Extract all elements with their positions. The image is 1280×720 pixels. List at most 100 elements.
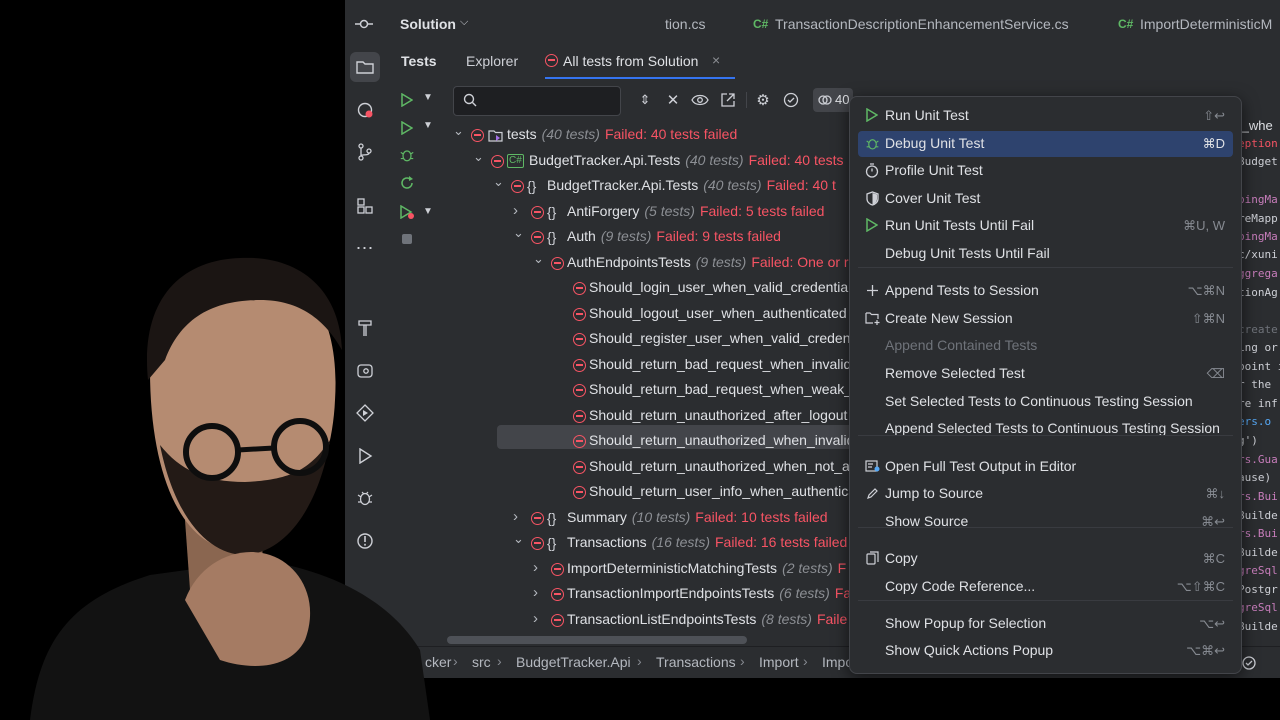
chevron-right-icon[interactable]: › xyxy=(513,203,523,218)
test-node-meta: Should_return_unauthorized_when_not_au xyxy=(589,458,858,474)
test-node-row[interactable]: ⌄{}TransactionsTransactions(16 tests)Fai… xyxy=(385,532,905,555)
structure-icon[interactable] xyxy=(353,194,377,218)
tab-tests[interactable]: Tests xyxy=(401,53,437,69)
menu-item-run-unit-tests-until-fail[interactable]: Run Unit Tests Until Fail ⌘U, W xyxy=(858,213,1233,239)
breadcrumb-item[interactable]: BudgetTracker.Api xyxy=(516,654,631,670)
chevron-down-icon[interactable]: ⌄ xyxy=(453,124,464,137)
breadcrumb-item[interactable]: Import xyxy=(759,654,799,670)
test-case-row[interactable]: Should_return_bad_request_when_weak_pSho… xyxy=(385,380,905,402)
menu-item-append-tests-to-session[interactable]: Append Tests to Session ⌥⌘N xyxy=(858,278,1233,304)
eye-icon[interactable] xyxy=(690,90,710,110)
file-tab[interactable]: tion.cs xyxy=(665,16,705,32)
menu-item-cover-unit-test[interactable]: Cover Unit Test xyxy=(858,186,1233,212)
test-node-row[interactable]: ⌄C#BudgetTracker.Api.TestsBudgetTracker.… xyxy=(385,150,905,173)
menu-item-append-selected-tests-to-continuous-testing-session[interactable]: Append Selected Tests to Continuous Test… xyxy=(858,416,1233,442)
namespace-icon: {} xyxy=(547,229,557,245)
test-node-row[interactable]: ⌄{}BudgetTracker.Api.TestsBudgetTracker.… xyxy=(385,175,905,198)
test-case-row[interactable]: Should_return_user_info_when_authenticaS… xyxy=(385,482,905,504)
menu-item-label: Show Popup for Selection xyxy=(885,615,1047,631)
commit-icon[interactable] xyxy=(353,13,375,35)
nuget-icon[interactable] xyxy=(353,359,377,383)
menu-item-run-unit-test[interactable]: Run Unit Test ⇧↩ xyxy=(858,103,1233,129)
test-node-row[interactable]: ⌄{}AuthAuth(9 tests)Failed: 9 tests fail… xyxy=(385,226,905,249)
menu-item-remove-selected-test[interactable]: Remove Selected Test ⌫ xyxy=(858,361,1233,387)
test-node-row[interactable]: ›TransactionListEndpointsTestsTransactio… xyxy=(385,610,905,632)
chevron-down-icon[interactable]: ⌄ xyxy=(513,226,524,239)
chevron-down-icon[interactable]: ⌄ xyxy=(533,252,544,265)
gear-icon[interactable]: ⚙ xyxy=(753,90,773,110)
menu-item-create-new-session[interactable]: Create New Session ⇧⌘N xyxy=(858,306,1233,332)
git-branch-icon[interactable] xyxy=(353,140,377,164)
build-hammer-icon[interactable] xyxy=(353,316,377,340)
test-case-row[interactable]: Should_return_bad_request_when_invalid_S… xyxy=(385,355,905,377)
chevron-right-icon[interactable]: › xyxy=(533,585,543,600)
menu-item-set-selected-tests-to-continuous-testing-session[interactable]: Set Selected Tests to Continuous Testing… xyxy=(858,389,1233,415)
menu-item-show-source[interactable]: Show Source ⌘↩ xyxy=(858,509,1233,535)
menu-item-open-full-test-output-in-editor[interactable]: Open Full Test Output in Editor xyxy=(858,454,1233,480)
failed-status-icon xyxy=(531,512,544,525)
menu-item-label: Remove Selected Test xyxy=(885,365,1025,381)
csharp-file-icon: C# xyxy=(753,17,769,31)
test-case-row[interactable]: Should_return_unauthorized_when_invalid_… xyxy=(385,431,905,453)
tab-explorer[interactable]: Explorer xyxy=(466,53,518,69)
chevron-down-icon[interactable]: ⌄ xyxy=(513,532,524,545)
breadcrumb-item[interactable]: src xyxy=(472,654,491,670)
test-case-row[interactable]: Should_logout_user_when_authenticatedSho… xyxy=(385,304,905,326)
test-case-row[interactable]: Should_register_user_when_valid_credenti… xyxy=(385,329,905,351)
chevron-right-icon[interactable]: › xyxy=(513,509,523,524)
check-circle-icon[interactable] xyxy=(1240,654,1258,672)
test-node-row[interactable]: ›ImportDeterministicMatchingTestsImportD… xyxy=(385,559,905,581)
menu-item-show-quick-actions-popup[interactable]: Show Quick Actions Popup ⌥⌘↩ xyxy=(858,638,1233,664)
file-tab[interactable]: TransactionDescriptionEnhancementService… xyxy=(775,16,1069,32)
expand-all-icon[interactable]: ⇕ xyxy=(635,90,655,110)
close-icon[interactable]: × xyxy=(712,52,720,68)
services-icon[interactable] xyxy=(353,401,377,425)
chevron-right-icon[interactable]: › xyxy=(533,560,543,575)
breadcrumb-item[interactable]: Transactions xyxy=(656,654,736,670)
menu-item-show-popup-for-selection[interactable]: Show Popup for Selection ⌥↩ xyxy=(858,611,1233,637)
chevron-down-icon[interactable]: ⌄ xyxy=(473,150,484,163)
breadcrumb-item[interactable]: cker xyxy=(425,654,451,670)
problems-icon[interactable] xyxy=(353,529,377,553)
code-line: re inf xyxy=(1238,397,1278,410)
test-node-row[interactable]: ›TransactionImportEndpointsTestsTransact… xyxy=(385,584,905,606)
more-icon[interactable]: ⋯ xyxy=(353,236,377,260)
debug-icon[interactable] xyxy=(353,486,377,510)
project-selector[interactable]: Solution xyxy=(400,16,456,32)
menu-item-debug-unit-test[interactable]: Debug Unit Test ⌘D xyxy=(858,131,1233,157)
test-node-row[interactable]: ⌄AuthEndpointsTestsAuthEndpointsTests(9 … xyxy=(385,252,905,275)
menu-item-label: Cover Unit Test xyxy=(885,190,981,206)
run-icon[interactable] xyxy=(353,444,377,468)
tab-session[interactable]: All tests from Solution xyxy=(563,53,698,69)
test-case-row[interactable]: Should_return_unauthorized_when_not_auSh… xyxy=(385,457,905,479)
menu-item-copy[interactable]: Copy ⌘C xyxy=(858,546,1233,572)
code-line: rs.Bui xyxy=(1238,490,1278,503)
test-case-row[interactable]: Should_login_user_when_valid_credentials… xyxy=(385,278,905,300)
horizontal-scrollbar[interactable] xyxy=(447,636,747,644)
menu-item-label: Jump to Source xyxy=(885,485,984,501)
test-node-row[interactable]: ⌄teststests(40 tests)Failed: 40 tests fa… xyxy=(385,124,905,147)
test-count: (9 tests) xyxy=(695,254,747,270)
test-node-row[interactable]: ›{}SummarySummary(10 tests)Failed: 10 te… xyxy=(385,508,905,530)
test-case-row[interactable]: Should_return_unauthorized_after_logoutS… xyxy=(385,406,905,428)
chevron-down-icon[interactable]: ⌵ xyxy=(460,16,468,29)
menu-item-debug-unit-tests-until-fail[interactable]: Debug Unit Tests Until Fail xyxy=(858,241,1233,267)
menu-item-copy-code-reference[interactable]: Copy Code Reference... ⌥⇧⌘C xyxy=(858,574,1233,600)
chevron-down-icon[interactable]: ⌄ xyxy=(493,175,504,188)
export-icon[interactable] xyxy=(718,90,738,110)
unit-tests-icon[interactable] xyxy=(353,98,377,122)
chevron-right-icon[interactable]: › xyxy=(533,611,543,626)
search-input[interactable] xyxy=(453,86,621,116)
chevron-down-icon[interactable]: ▼ xyxy=(423,92,433,103)
test-node-row[interactable]: ›{}AntiForgeryAntiForgery(5 tests)Failed… xyxy=(385,202,905,224)
menu-item-profile-unit-test[interactable]: Profile Unit Test xyxy=(858,158,1233,184)
failed-status-icon xyxy=(531,231,544,244)
run-all-icon[interactable] xyxy=(399,91,415,109)
file-tab[interactable]: ImportDeterministicM xyxy=(1140,16,1272,32)
failed-filter-toggle[interactable]: 40 xyxy=(813,88,853,112)
menu-item-jump-to-source[interactable]: Jump to Source ⌘↓ xyxy=(858,481,1233,507)
filter-status-icon[interactable] xyxy=(781,90,801,110)
collapse-all-icon[interactable]: ✕ xyxy=(663,90,683,110)
failed-status-icon xyxy=(573,486,586,499)
folder-icon[interactable] xyxy=(350,52,380,82)
